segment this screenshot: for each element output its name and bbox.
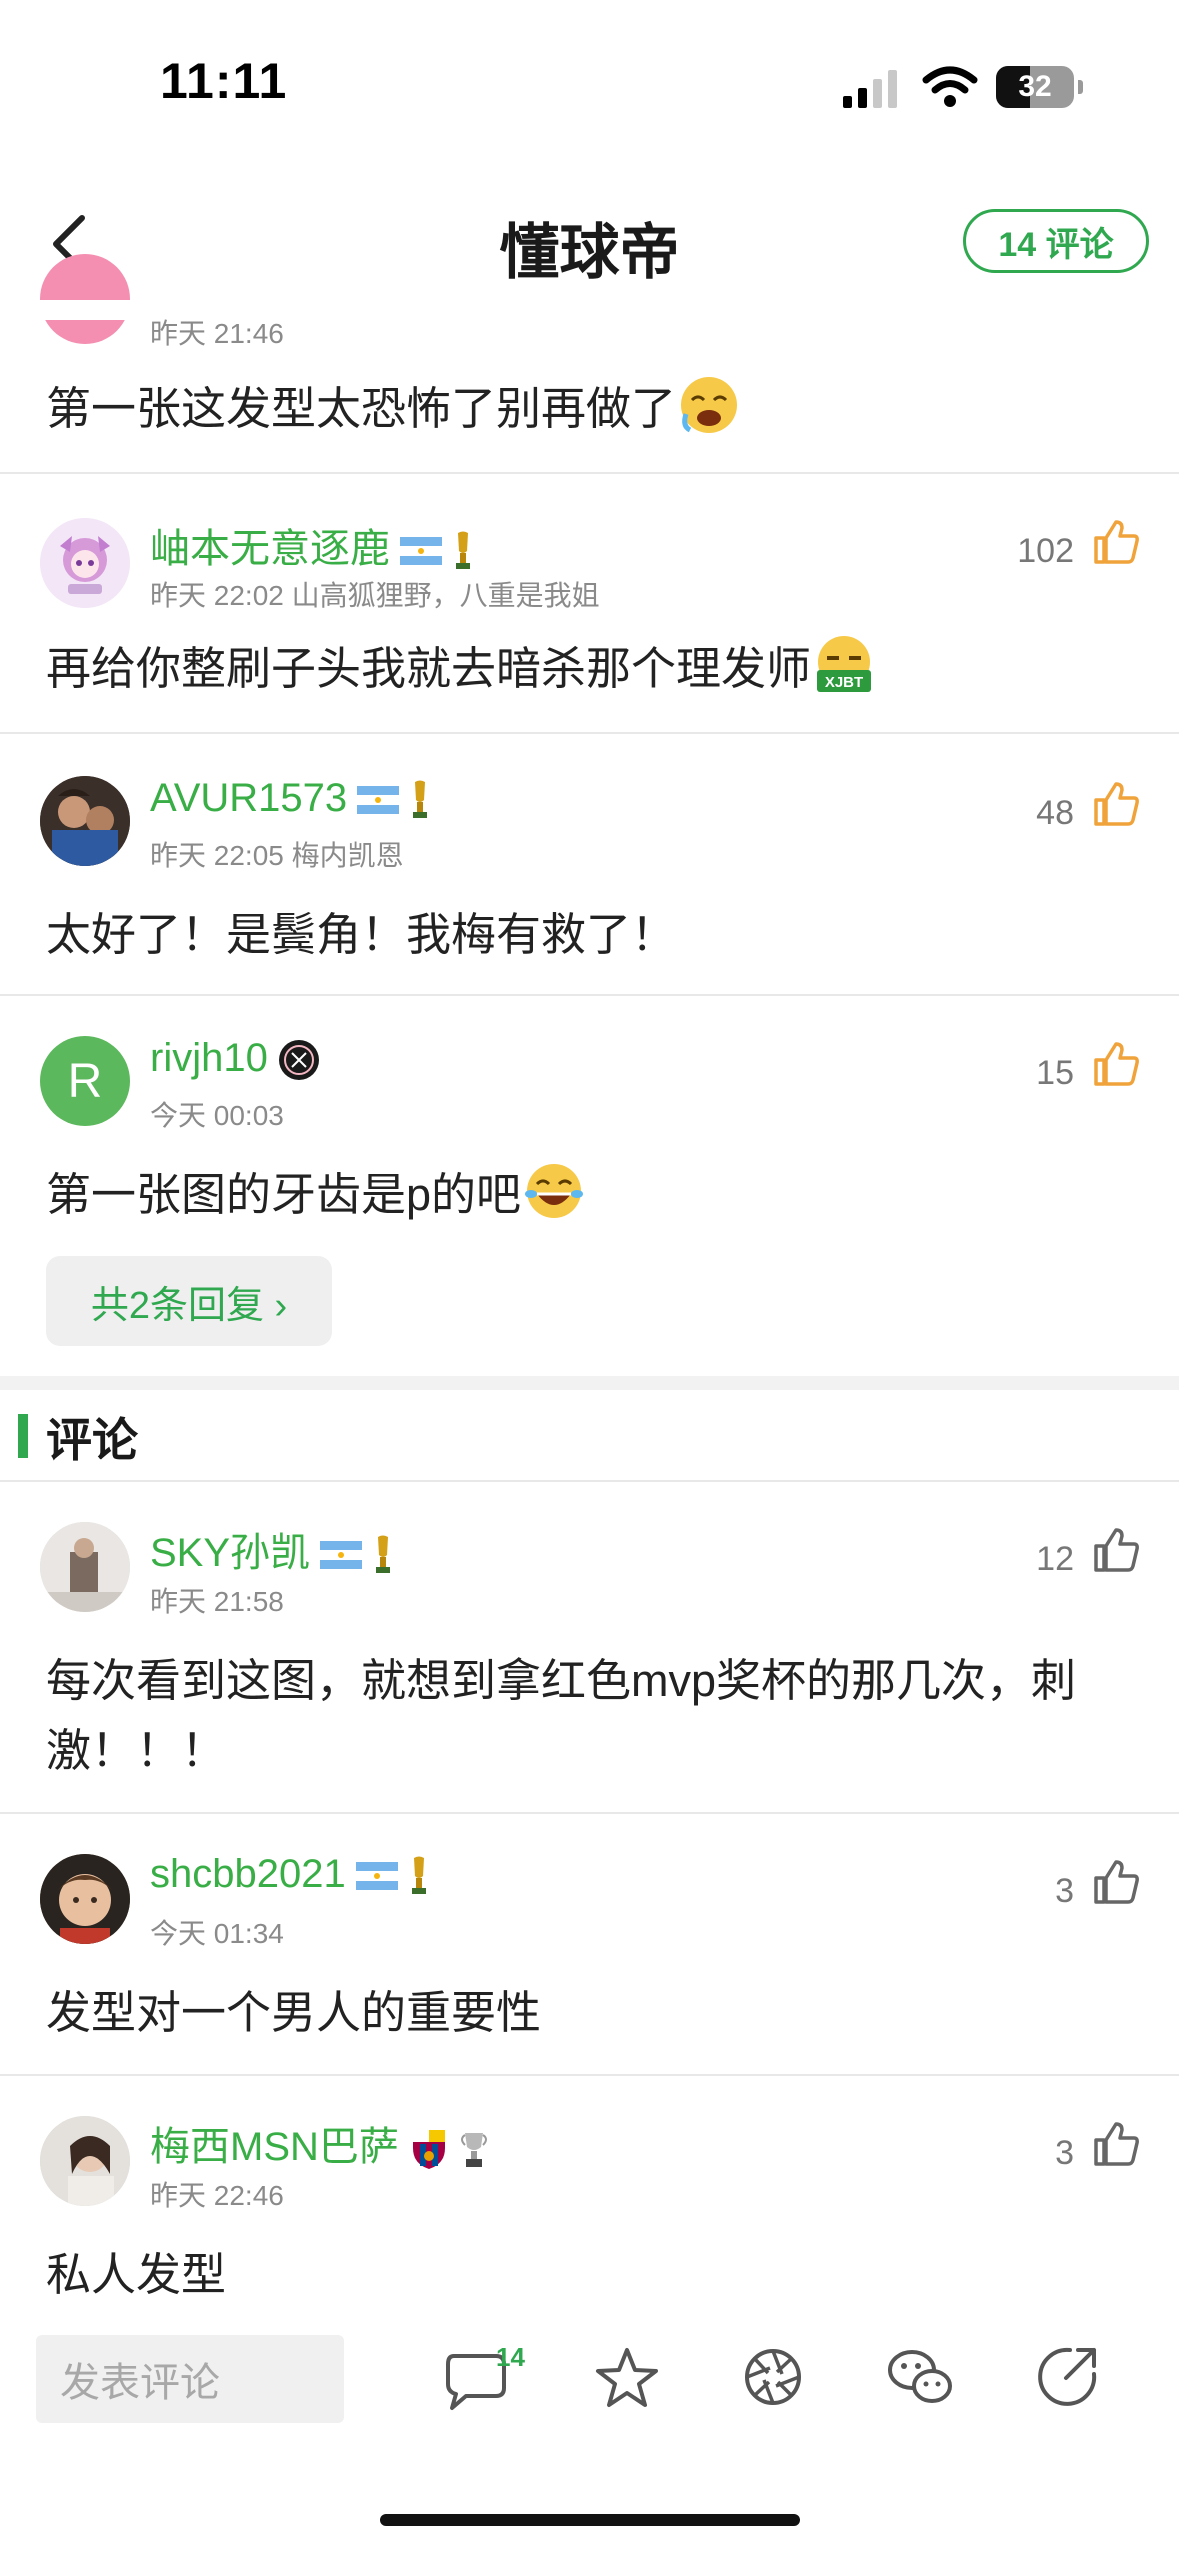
comment-count-button[interactable]: 14 评论 <box>963 209 1149 273</box>
comment-input[interactable]: 发表评论 <box>36 2335 344 2423</box>
inter-miami-badge-icon <box>278 1040 319 1081</box>
divider <box>0 732 1179 734</box>
username-text[interactable]: 梅西MSN巴萨 <box>150 2125 399 2169</box>
argentina-flag-icon <box>355 1862 398 1891</box>
thumbs-up-icon[interactable] <box>1092 1526 1140 1574</box>
comment-text: 第一张图的牙齿是p的吧 <box>46 1160 585 1230</box>
barcelona-crest-icon <box>412 2130 445 2170</box>
like-count: 3 <box>1055 1872 1074 1910</box>
battery-level: 32 <box>1018 70 1052 103</box>
avatar[interactable] <box>40 518 130 608</box>
world-cup-trophy-icon <box>413 780 428 819</box>
comment-meta: 昨天 22:05 梅内凯恩 <box>150 840 404 871</box>
like-count: 15 <box>1036 1054 1074 1092</box>
avatar[interactable] <box>40 254 130 344</box>
comment-meta: 今天 01:34 <box>150 1918 284 1949</box>
battery-cap <box>1078 80 1083 94</box>
avatar[interactable]: R <box>40 1036 130 1126</box>
world-cup-trophy-icon <box>376 1535 391 1574</box>
thumbs-up-icon[interactable] <box>1092 2120 1140 2168</box>
like-count: 12 <box>1036 1540 1074 1578</box>
comment-text-content: 第一张图的牙齿是p的吧 <box>46 1169 522 1220</box>
divider <box>0 472 1179 474</box>
like-count: 102 <box>1017 532 1074 570</box>
xjbt-face-emoji-icon: XJBT <box>817 636 872 692</box>
thumbs-up-icon[interactable] <box>1092 1858 1140 1906</box>
divider <box>0 1480 1179 1482</box>
comment-text-content: 第一张这发型太恐怖了别再做了 <box>46 383 677 434</box>
username-text[interactable]: AVUR1573 <box>150 776 347 820</box>
username-text[interactable]: 岫本无意逐鹿 <box>150 527 390 571</box>
battery-icon: 32 <box>996 66 1074 108</box>
argentina-flag-icon <box>400 537 442 566</box>
share-icon[interactable] <box>1036 2344 1100 2408</box>
section-accent-bar <box>18 1414 28 1458</box>
username-text[interactable]: SKY孙凯 <box>150 1531 310 1575</box>
comment-meta: 昨天 21:58 <box>150 1586 284 1617</box>
comment-username[interactable]: shcbb2021 <box>150 1852 430 1897</box>
comment-text: 私人发型 <box>46 2249 227 2300</box>
comment-meta: 昨天 21:46 <box>150 318 284 349</box>
laughing-tears-emoji-icon <box>525 1164 584 1218</box>
thumbs-up-icon[interactable] <box>1092 518 1140 566</box>
divider <box>0 2074 1179 2076</box>
divider <box>0 1812 1179 1814</box>
comment-text: 每次看到这图，就想到拿红色mvp奖杯的那几次，刺激！！！ <box>46 1655 1077 1776</box>
wechat-icon[interactable] <box>886 2346 956 2410</box>
username-text[interactable]: shcbb2021 <box>150 1852 346 1896</box>
comment-username[interactable]: 岫本无意逐鹿 <box>150 516 474 574</box>
section-divider <box>0 1376 1179 1390</box>
status-time: 11:11 <box>160 53 288 109</box>
home-indicator[interactable] <box>380 2514 800 2526</box>
thumbs-up-icon[interactable] <box>1092 780 1140 828</box>
section-title: 评论 <box>46 1414 138 1466</box>
aperture-icon[interactable] <box>742 2346 804 2408</box>
world-cup-trophy-icon <box>456 531 470 570</box>
argentina-flag-icon <box>357 786 400 815</box>
like-count: 3 <box>1055 2134 1074 2172</box>
wifi-icon <box>922 66 978 107</box>
thumbs-up-icon[interactable] <box>1092 1040 1140 1088</box>
crying-face-emoji-icon <box>681 377 738 433</box>
comment-username[interactable]: rivjh10 <box>150 1036 320 1081</box>
star-icon[interactable] <box>594 2346 660 2412</box>
comment-username[interactable]: SKY孙凯 <box>150 1520 394 1578</box>
username-text[interactable]: rivjh10 <box>150 1036 268 1080</box>
comment-username[interactable]: AVUR1573 <box>150 776 431 821</box>
argentina-flag-icon <box>320 1541 363 1570</box>
comment-count-badge: 14 <box>496 2342 525 2372</box>
cup-trophy-icon <box>460 2133 487 2168</box>
comment-meta: 今天 00:03 <box>150 1100 284 1131</box>
world-cup-trophy-icon <box>411 1856 426 1895</box>
avatar[interactable] <box>40 776 130 866</box>
comment-text-content: 再给你整刷子头我就去暗杀那个理发师 <box>46 643 812 694</box>
comment-meta: 昨天 22:46 <box>150 2180 284 2211</box>
xjbt-label: XJBT <box>825 674 863 691</box>
comment-meta: 昨天 22:02 山高狐狸野，八重是我姐 <box>150 580 600 611</box>
view-replies-button[interactable]: 共2条回复 › <box>46 1256 332 1346</box>
comment-username[interactable]: 梅西MSN巴萨 <box>150 2114 489 2172</box>
comment-text: 发型对一个男人的重要性 <box>46 1987 542 2038</box>
avatar[interactable] <box>40 1854 130 1944</box>
signal-icon <box>843 70 897 108</box>
comment-text: 再给你整刷子头我就去暗杀那个理发师 XJBT <box>46 634 875 704</box>
like-count: 48 <box>1036 794 1074 832</box>
comment-text: 太好了！是鬓角！我梅有救了！ <box>46 909 677 960</box>
avatar[interactable] <box>40 2116 130 2206</box>
avatar[interactable] <box>40 1522 130 1612</box>
divider <box>0 994 1179 996</box>
comment-text: 第一张这发型太恐怖了别再做了 <box>46 374 740 444</box>
